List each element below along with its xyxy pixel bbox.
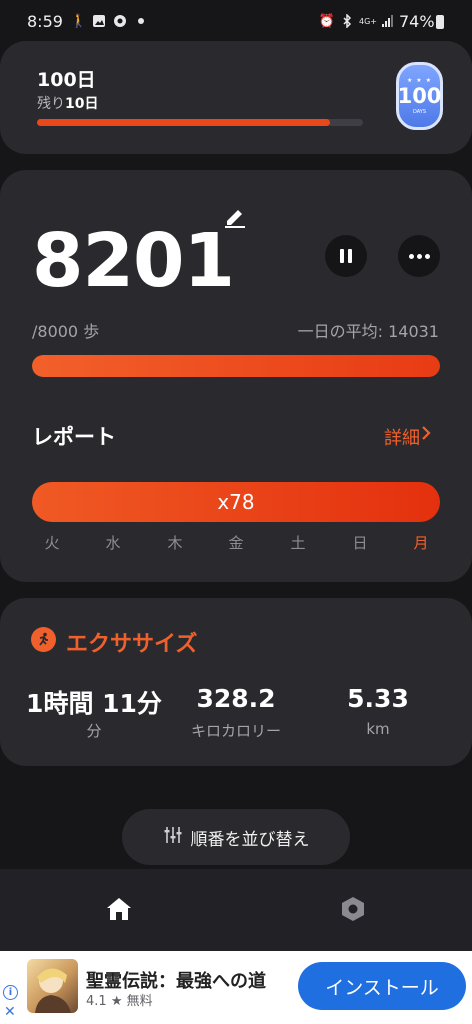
more-options-button[interactable] [398, 235, 440, 277]
ad-price: 無料 [126, 994, 153, 1009]
weekday-label: 火 [44, 534, 60, 552]
more-dots-icon [408, 253, 414, 259]
battery-percent: 74% [399, 12, 435, 31]
more-dot [416, 253, 422, 259]
ad-game-thumbnail[interactable] [27, 959, 78, 1013]
exercise-distance: 5.33 [347, 684, 409, 713]
daily-average: 一日の平均: 14031 [297, 322, 439, 341]
chevron-right-icon[interactable] [420, 423, 432, 448]
weekday-label: 土 [290, 534, 306, 552]
chrome-icon [111, 12, 129, 30]
challenge-title: 100日 [37, 69, 96, 91]
network-label: 4G+ [359, 16, 377, 26]
weekday-label: 金 [228, 534, 244, 552]
home-icon[interactable] [102, 892, 136, 926]
reorder-label: 順番を並び替え [190, 829, 310, 850]
report-bar-label: x78 [217, 490, 255, 514]
bluetooth-icon [338, 12, 356, 30]
step-progress-fill [32, 355, 440, 377]
exercise-duration: 1時間 11分 [26, 689, 162, 718]
ad-info-icon[interactable]: i [3, 985, 18, 1000]
more-dot [424, 253, 430, 259]
remaining-prefix: 残り [37, 96, 65, 112]
badge-label: DAYS [412, 109, 427, 115]
exercise-duration-unit: 分 [86, 722, 102, 740]
hexagon-settings-icon[interactable] [336, 892, 370, 926]
pause-button[interactable] [325, 235, 367, 277]
ad-close-icon[interactable]: ✕ [4, 1004, 16, 1020]
report-bar[interactable]: x78 [32, 482, 440, 522]
battery-icon [436, 15, 444, 29]
exercise-distance-unit: km [366, 720, 390, 738]
pause-icon [340, 249, 344, 263]
weekday-label: 水 [105, 534, 121, 552]
challenge-progress-bar [37, 119, 363, 126]
image-icon [90, 12, 108, 30]
alarm-icon: ⏰ [318, 13, 336, 29]
step-count: 8201 [32, 218, 235, 304]
notification-dot-icon [132, 12, 150, 30]
weekday-label: 木 [167, 534, 183, 552]
badge-stars: ★ ★ ★ [407, 77, 432, 84]
ad-rating: 4.1 ★ 無料 [86, 990, 153, 1009]
reorder-button[interactable]: 順番を並び替え [122, 809, 350, 865]
remaining-value: 10日 [65, 96, 99, 112]
step-goal: /8000 歩 [32, 322, 100, 341]
exercise-calories-unit: キロカロリー [190, 722, 281, 740]
status-time: 8:59 [27, 12, 63, 31]
sliders-icon [163, 826, 183, 848]
ad-rating-value: 4.1 [86, 994, 107, 1009]
challenge-remaining: 残り10日 [37, 93, 98, 113]
step-progress-bar [32, 355, 440, 377]
signal-icon [379, 12, 397, 30]
report-detail-link[interactable]: 詳細 [384, 424, 420, 450]
100-days-badge-icon[interactable]: ★ ★ ★ 100 DAYS [396, 62, 443, 130]
pause-icon-bar [348, 249, 352, 263]
exercise-calories: 328.2 [196, 684, 276, 713]
weekday-label: 月 [413, 534, 429, 552]
walking-icon: 🚶 [70, 13, 88, 29]
badge-number: 100 [397, 84, 442, 108]
install-button[interactable]: インストール [298, 962, 466, 1010]
weekday-label: 日 [352, 534, 368, 552]
exercise-title: エクササイズ [66, 632, 198, 657]
report-title: レポート [32, 425, 116, 449]
challenge-progress-fill [37, 119, 331, 126]
running-icon [31, 627, 56, 652]
bottom-nav [0, 869, 472, 951]
star-icon: ★ [110, 994, 123, 1009]
